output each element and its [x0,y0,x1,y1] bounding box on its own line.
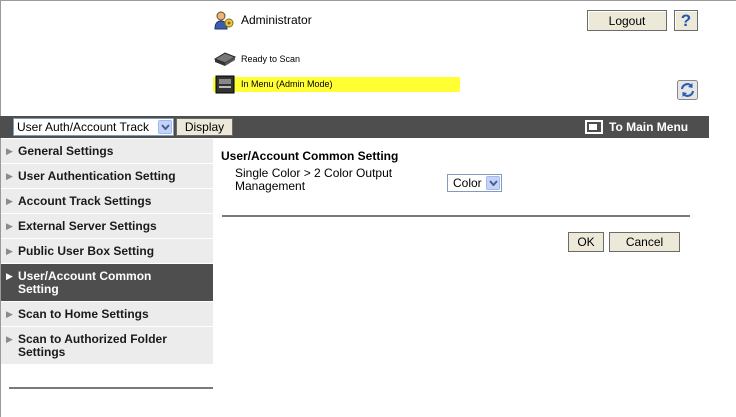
refresh-button[interactable] [677,80,698,100]
sidebar-item-label: Scan to Home Settings [18,307,149,321]
user-info: Administrator [213,10,312,30]
sidebar-item-account-track-settings[interactable]: ▶ Account Track Settings [1,189,213,214]
mode-select-value: User Auth/Account Track [17,120,150,134]
scanner-status-text: Ready to Scan [241,54,301,64]
sidebar-item-label: Scan to Authorized Folder Settings [18,332,167,359]
sidebar-item-scan-to-home-settings[interactable]: ▶ Scan to Home Settings [1,302,213,327]
display-button[interactable]: Display [176,118,233,136]
sidebar-item-label: Public User Box Setting [18,244,155,258]
setting-label: Single Color > 2 Color Output Management [235,166,393,193]
triangle-right-icon: ▶ [6,309,13,319]
help-button[interactable]: ? [674,10,698,31]
window-top-border [0,0,736,1]
sidebar-item-user-account-common-setting[interactable]: ▶ User/Account Common Setting [1,264,213,302]
sidebar-item-user-authentication-setting[interactable]: ▶ User Authentication Setting [1,164,213,189]
scanner-status: Ready to Scan [213,50,300,68]
sidebar-item-label: User Authentication Setting [18,169,176,183]
triangle-right-icon: ▶ [6,171,13,181]
sidebar-item-public-user-box-setting[interactable]: ▶ Public User Box Setting [1,239,213,264]
device-icon [213,74,237,94]
color-output-select[interactable]: Color [447,174,502,192]
sidebar-item-label: General Settings [18,144,114,158]
page-title: User/Account Common Setting [221,149,399,163]
cancel-button[interactable]: Cancel [609,232,680,252]
device-mode-text: In Menu (Admin Mode) [241,79,333,89]
content-divider [222,215,690,217]
triangle-right-icon: ▶ [6,334,13,344]
triangle-right-icon: ▶ [6,271,13,281]
main-menu-icon [585,120,603,134]
triangle-right-icon: ▶ [6,221,13,231]
to-main-menu-label: To Main Menu [609,120,689,134]
sidebar: ▶ General Settings ▶ User Authentication… [1,139,213,365]
chevron-down-icon [158,120,172,134]
sidebar-divider [9,387,213,389]
sidebar-item-external-server-settings[interactable]: ▶ External Server Settings [1,214,213,239]
mode-select[interactable]: User Auth/Account Track [13,118,174,136]
triangle-right-icon: ▶ [6,196,13,206]
refresh-icon [677,80,698,100]
sidebar-item-label: Account Track Settings [18,194,152,208]
sidebar-item-label: User/Account Common Setting [18,269,152,296]
administrator-icon [213,10,235,30]
logout-button[interactable]: Logout [587,10,667,31]
sidebar-item-label: External Server Settings [18,219,157,233]
triangle-right-icon: ▶ [6,146,13,156]
device-mode-status: In Menu (Admin Mode) [213,74,460,94]
to-main-menu-link[interactable]: To Main Menu [585,118,688,136]
user-name-label: Administrator [241,13,312,27]
sidebar-item-scan-to-authorized-folder-settings[interactable]: ▶ Scan to Authorized Folder Settings [1,327,213,365]
scanner-icon [213,49,237,69]
color-output-value: Color [453,176,482,190]
chevron-down-icon [486,176,500,190]
triangle-right-icon: ▶ [6,246,13,256]
ok-button[interactable]: OK [568,232,604,252]
sidebar-item-general-settings[interactable]: ▶ General Settings [1,139,213,164]
